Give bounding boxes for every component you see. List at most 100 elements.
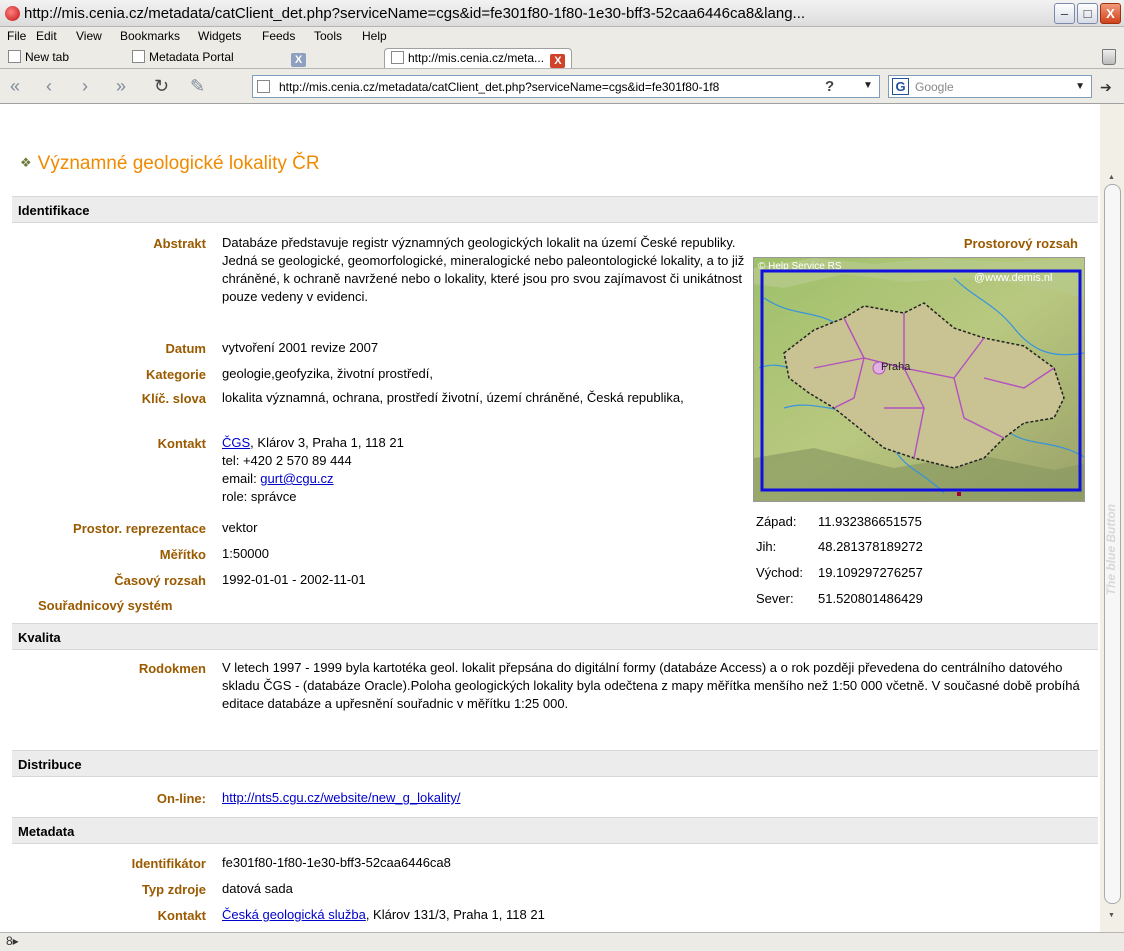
kontakt-value: ČGS, Klárov 3, Praha 1, 118 21 tel: +420… <box>222 435 404 504</box>
menu-tools[interactable]: Tools <box>314 29 342 43</box>
back-icon[interactable]: ‹ <box>46 76 52 97</box>
forward-icon[interactable]: › <box>82 76 88 97</box>
prostor-value: vektor <box>222 520 258 535</box>
address-field[interactable]: http://mis.cenia.cz/metadata/catClient_d… <box>252 75 880 98</box>
tab-close-icon[interactable]: X <box>550 54 566 68</box>
minimize-button[interactable]: – <box>1054 3 1075 24</box>
page-icon <box>391 51 404 64</box>
online-value: http://nts5.cgu.cz/website/new_g_lokalit… <box>222 789 460 807</box>
scroll-down-icon[interactable]: ▼ <box>1108 912 1115 919</box>
typ-zdroje-label: Typ zdroje <box>141 882 206 897</box>
datum-value: vytvoření 2001 revize 2007 <box>222 340 379 355</box>
navigation-bar: « ‹ › » ↻ ✎ http://mis.cenia.cz/metadata… <box>0 69 1124 104</box>
rodokmen-label: Rodokmen <box>138 661 206 676</box>
kontakt-label: Kontakt <box>157 436 206 451</box>
tab-new[interactable]: New tab <box>2 48 75 68</box>
page-title: ❖ Významné geologické lokality ČR <box>20 153 320 174</box>
casovy-label: Časový rozsah <box>114 573 206 588</box>
zapad-value: 11.932386651575 <box>818 514 922 529</box>
typ-zdroje-value: datová sada <box>222 881 293 896</box>
menu-widgets[interactable]: Widgets <box>198 29 241 43</box>
jih-value: 48.281378189272 <box>818 539 923 554</box>
edit-icon[interactable]: ✎ <box>190 76 205 97</box>
online-label: On-line: <box>156 791 206 806</box>
section-identifikace: Identifikace <box>12 196 1098 223</box>
rewind-icon[interactable]: « <box>10 76 20 97</box>
prostorovy-rozsah-label: Prostorový rozsah <box>963 236 1078 251</box>
map-source: @www.demis.nl <box>974 272 1052 284</box>
page-icon <box>257 80 270 93</box>
tab-bar: New tab Metadata Portal X http://mis.cen… <box>0 46 1124 69</box>
tab-close-icon[interactable]: X <box>291 53 307 67</box>
search-placeholder: Google <box>915 80 954 94</box>
sever-label: Sever: <box>756 591 794 606</box>
address-text: http://mis.cenia.cz/metadata/catClient_d… <box>279 80 720 94</box>
menu-view[interactable]: View <box>76 29 102 43</box>
souradnicovy-label: Souřadnicový systém <box>38 598 173 613</box>
map-image: Praha © Help Service RS @www.demis.nl <box>754 258 1084 501</box>
menu-edit[interactable]: Edit <box>36 29 57 43</box>
page-icon <box>132 50 145 63</box>
section-distribuce: Distribuce <box>12 750 1098 777</box>
metadata-kontakt-value: Česká geologická služba, Klárov 131/3, P… <box>222 907 545 922</box>
page-icon <box>8 50 21 63</box>
reload-icon[interactable]: ↻ <box>154 76 169 97</box>
metadata-kontakt-link[interactable]: Česká geologická služba <box>222 907 366 922</box>
scrollbar-label: The blue Button <box>1104 504 1118 596</box>
klic-slova-label: Klíč. slova <box>141 391 206 406</box>
close-window-button[interactable]: X <box>1100 3 1121 24</box>
window-title: http://mis.cenia.cz/metadata/catClient_d… <box>24 5 806 22</box>
dataset-icon: ❖ <box>20 155 32 170</box>
map-city-label: Praha <box>881 361 911 373</box>
page-content <box>0 104 1100 932</box>
metadata-kontakt-label: Kontakt <box>157 908 206 923</box>
menu-file[interactable]: File <box>7 29 26 43</box>
panel-toggle-icon[interactable]: 8▸ <box>6 934 19 948</box>
browser-window: http://mis.cenia.cz/metadata/catClient_d… <box>0 0 1124 951</box>
tab-metadata-portal[interactable]: Metadata Portal X <box>126 48 312 68</box>
email-link[interactable]: gurt@cgu.cz <box>260 471 333 486</box>
title-bar: http://mis.cenia.cz/metadata/catClient_d… <box>0 0 1124 27</box>
prostor-label: Prostor. reprezentace <box>73 521 206 536</box>
meritko-value: 1:50000 <box>222 546 269 561</box>
trash-icon[interactable] <box>1102 49 1116 65</box>
menu-bookmarks[interactable]: Bookmarks <box>120 29 180 43</box>
kategorie-label: Kategorie <box>146 367 206 382</box>
section-kvalita: Kvalita <box>12 623 1098 650</box>
vychod-value: 19.109297276257 <box>818 565 923 580</box>
search-field[interactable]: G Google ▼ <box>888 75 1092 98</box>
datum-label: Datum <box>165 341 206 356</box>
address-dropdown-icon[interactable]: ▼ <box>863 80 873 91</box>
sever-value: 51.520801486429 <box>818 591 923 606</box>
opera-icon <box>5 6 20 21</box>
extent-map: Praha © Help Service RS @www.demis.nl <box>753 257 1085 502</box>
kategorie-value: geologie,geofyzika, životní prostředí, <box>222 366 434 381</box>
jih-label: Jih: <box>756 539 777 554</box>
menu-bar: File Edit View Bookmarks Widgets Feeds T… <box>0 27 1124 46</box>
kontakt-link[interactable]: ČGS <box>222 435 250 450</box>
casovy-value: 1992-01-01 - 2002-11-01 <box>222 572 366 587</box>
abstrakt-value: Databáze představuje registr významných … <box>222 235 745 304</box>
go-icon[interactable]: ➔ <box>1100 79 1112 96</box>
rodokmen-value: V letech 1997 - 1999 byla kartotéka geol… <box>222 660 1080 711</box>
tab-active[interactable]: http://mis.cenia.cz/meta... X <box>384 48 573 68</box>
identifikator-label: Identifikátor <box>131 856 206 871</box>
menu-feeds[interactable]: Feeds <box>262 29 295 43</box>
section-metadata: Metadata <box>12 817 1098 844</box>
zapad-label: Západ: <box>756 514 797 529</box>
maximize-button[interactable]: □ <box>1077 3 1098 24</box>
online-link[interactable]: http://nts5.cgu.cz/website/new_g_lokalit… <box>222 790 460 805</box>
search-dropdown-icon[interactable]: ▼ <box>1075 81 1085 92</box>
meritko-label: Měřítko <box>159 547 206 562</box>
fast-forward-icon[interactable]: » <box>116 76 126 97</box>
status-bar: 8▸ <box>0 932 1124 951</box>
scroll-up-icon[interactable]: ▲ <box>1108 174 1115 181</box>
identifikator-value: fe301f80-1f80-1e30-bff3-52caa6446ca8 <box>222 855 451 870</box>
vertical-scrollbar[interactable]: ▲ The blue Button ▼ <box>1100 104 1124 932</box>
menu-help[interactable]: Help <box>362 29 387 43</box>
klic-slova-value: lokalita významná, ochrana, prostředí ži… <box>222 390 684 405</box>
google-icon[interactable]: G <box>892 78 909 95</box>
help-icon[interactable]: ? <box>825 78 834 95</box>
vychod-label: Východ: <box>756 565 803 580</box>
abstrakt-label: Abstrakt <box>153 236 206 251</box>
